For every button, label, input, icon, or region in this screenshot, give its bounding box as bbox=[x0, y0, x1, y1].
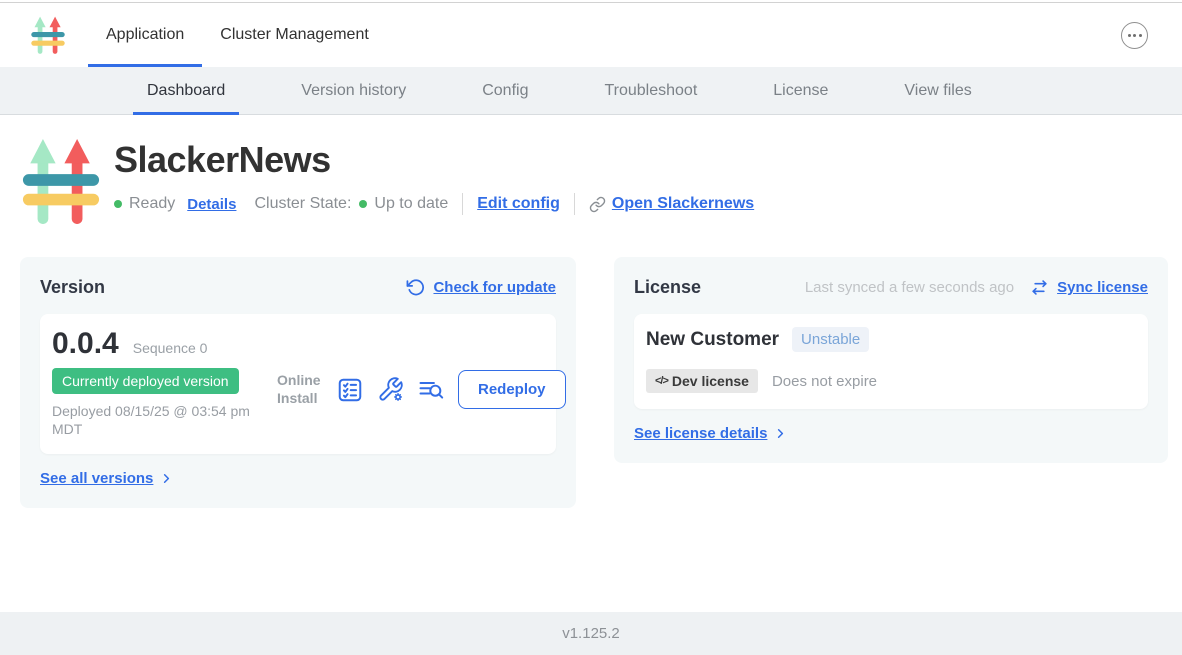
subtab-config[interactable]: Config bbox=[468, 67, 542, 114]
channel-badge: Unstable bbox=[792, 327, 869, 352]
deployed-timestamp: Deployed 08/15/25 @ 03:54 pm MDT bbox=[52, 402, 262, 438]
license-card: License Last synced a few seconds ago Sy… bbox=[614, 257, 1168, 463]
see-all-versions-link[interactable]: See all versions bbox=[40, 470, 153, 487]
cluster-state-label: Cluster State: bbox=[254, 195, 351, 213]
deployed-status-badge: Currently deployed version bbox=[52, 368, 239, 394]
main-nav: Application Cluster Management bbox=[0, 3, 1182, 67]
version-number: 0.0.4 bbox=[52, 327, 119, 361]
license-type-text: Dev license bbox=[672, 373, 749, 389]
divider bbox=[462, 193, 463, 215]
subtab-view-files-label: View files bbox=[904, 82, 971, 100]
redeploy-button[interactable]: Redeploy bbox=[458, 370, 566, 409]
subtab-license-label: License bbox=[773, 82, 828, 100]
view-logs-icon[interactable] bbox=[417, 376, 445, 404]
chevron-right-icon bbox=[159, 471, 174, 486]
code-brackets-icon: </> bbox=[655, 375, 668, 387]
cluster-state-value: Up to date bbox=[374, 195, 448, 213]
current-version-panel: 0.0.4 Sequence 0 Currently deployed vers… bbox=[40, 314, 556, 454]
subtab-license[interactable]: License bbox=[759, 67, 842, 114]
license-card-title: License bbox=[634, 277, 701, 298]
subtab-dashboard-label: Dashboard bbox=[147, 82, 225, 100]
subtab-version-history-label: Version history bbox=[301, 82, 406, 100]
dashboard-content: SlackerNews Ready Details Cluster State:… bbox=[0, 115, 1182, 612]
license-details-panel: New Customer Unstable </> Dev license Do… bbox=[634, 314, 1148, 409]
tab-cluster-management[interactable]: Cluster Management bbox=[202, 3, 387, 67]
sync-license-link[interactable]: Sync license bbox=[1057, 279, 1148, 296]
check-for-update-link[interactable]: Check for update bbox=[433, 279, 556, 296]
app-status-dot bbox=[114, 200, 122, 208]
license-expiration: Does not expire bbox=[772, 373, 877, 390]
divider bbox=[574, 193, 575, 215]
wrench-gear-icon[interactable] bbox=[377, 376, 404, 403]
subtab-troubleshoot-label: Troubleshoot bbox=[604, 82, 697, 100]
app-header: SlackerNews Ready Details Cluster State:… bbox=[20, 134, 1170, 228]
tab-application[interactable]: Application bbox=[88, 3, 202, 67]
tab-application-label: Application bbox=[106, 26, 184, 44]
tab-cluster-management-label: Cluster Management bbox=[220, 26, 369, 44]
ellipsis-dot bbox=[1133, 34, 1136, 37]
version-card-title: Version bbox=[40, 277, 105, 298]
check-update-icon bbox=[406, 278, 425, 297]
ellipsis-dot bbox=[1128, 34, 1131, 37]
subtab-version-history[interactable]: Version history bbox=[287, 67, 420, 114]
sequence-label: Sequence 0 bbox=[133, 340, 208, 356]
page-title: SlackerNews bbox=[114, 139, 754, 181]
see-license-details-link-group[interactable]: See license details bbox=[634, 425, 788, 442]
version-card: Version Check for update 0.0.4 Sequence … bbox=[20, 257, 576, 508]
app-status-text: Ready bbox=[129, 195, 175, 213]
open-app-link[interactable]: Open Slackernews bbox=[612, 195, 754, 213]
install-type-label: Online Install bbox=[277, 372, 323, 407]
see-all-versions-link-group[interactable]: See all versions bbox=[40, 470, 174, 487]
sync-arrows-icon bbox=[1030, 278, 1049, 297]
customer-name: New Customer bbox=[646, 329, 779, 351]
chain-link-icon bbox=[589, 196, 606, 213]
preflight-checks-icon[interactable] bbox=[336, 376, 364, 404]
license-type-badge: </> Dev license bbox=[646, 369, 758, 393]
app-status-row: Ready Details Cluster State: Up to date … bbox=[114, 193, 754, 215]
ellipsis-menu-button[interactable] bbox=[1121, 22, 1148, 49]
app-logo-large bbox=[20, 134, 102, 228]
see-license-details-link[interactable]: See license details bbox=[634, 425, 767, 442]
console-version: v1.125.2 bbox=[562, 625, 620, 642]
footer: v1.125.2 bbox=[0, 612, 1182, 655]
app-sub-nav: Dashboard Version history Config Trouble… bbox=[0, 67, 1182, 115]
app-logo-icon bbox=[30, 14, 66, 56]
ellipsis-dot bbox=[1139, 34, 1142, 37]
edit-config-link[interactable]: Edit config bbox=[477, 195, 560, 213]
subtab-troubleshoot[interactable]: Troubleshoot bbox=[590, 67, 711, 114]
cluster-state-dot bbox=[359, 200, 367, 208]
subtab-config-label: Config bbox=[482, 82, 528, 100]
last-synced-text: Last synced a few seconds ago bbox=[805, 279, 1014, 296]
dashboard-cards: Version Check for update 0.0.4 Sequence … bbox=[20, 257, 1170, 508]
details-link[interactable]: Details bbox=[187, 196, 236, 213]
chevron-right-icon bbox=[773, 426, 788, 441]
subtab-dashboard[interactable]: Dashboard bbox=[133, 67, 239, 114]
subtab-view-files[interactable]: View files bbox=[890, 67, 985, 114]
open-app-link-group[interactable]: Open Slackernews bbox=[589, 195, 754, 213]
